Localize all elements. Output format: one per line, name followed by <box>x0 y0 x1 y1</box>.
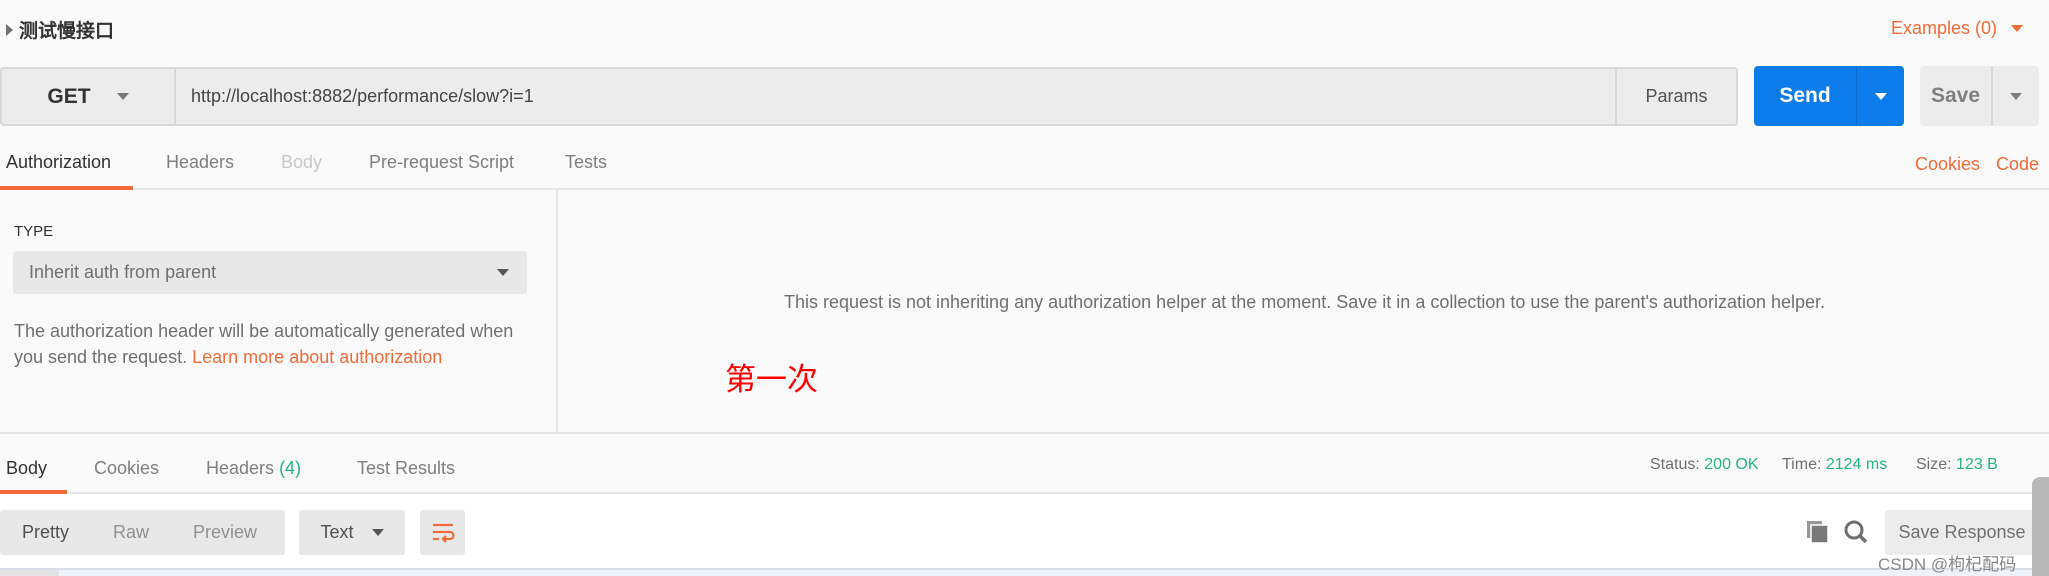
caret-down-icon <box>116 93 129 100</box>
caret-down-icon <box>1874 92 1887 100</box>
response-editor[interactable] <box>0 568 2049 576</box>
response-tab-test-results[interactable]: Test Results <box>357 458 455 494</box>
time-readout: Time: 2124 ms <box>1782 456 1888 473</box>
save-options-button[interactable] <box>1993 66 2039 126</box>
copy-button[interactable] <box>1806 520 1830 549</box>
code-link[interactable]: Code <box>1996 154 2039 175</box>
tab-authorization[interactable]: Authorization <box>0 152 134 190</box>
save-response-button[interactable]: Save Response <box>1885 510 2039 555</box>
send-button[interactable]: Send <box>1754 66 1857 126</box>
view-raw-button[interactable]: Raw <box>91 522 171 543</box>
tab-headers[interactable]: Headers <box>166 152 234 190</box>
tab-pre-request-script[interactable]: Pre-request Script <box>369 152 514 190</box>
auth-type-panel <box>0 190 558 432</box>
search-button[interactable] <box>1843 519 1869 550</box>
annotation-text: 第一次 <box>725 362 818 398</box>
copy-icon <box>1807 521 1829 544</box>
caret-right-icon <box>6 23 13 36</box>
status-readout: Status: 200 OK <box>1650 456 1759 473</box>
caret-down-icon <box>497 269 509 276</box>
request-tabs: Authorization Headers Body Pre-request S… <box>0 148 2049 190</box>
caret-down-icon <box>2010 92 2022 100</box>
response-tab-headers[interactable]: Headers (4) <box>206 458 301 494</box>
url-bar: GET http://localhost:8882/performance/sl… <box>0 67 1738 126</box>
learn-more-link[interactable]: Learn more about authorization <box>192 347 442 367</box>
watermark: CSDN @枸杞配码 <box>1878 555 2017 574</box>
editor-gutter <box>0 570 59 576</box>
auth-message: This request is not inheriting any autho… <box>783 292 1826 312</box>
send-button-group: Send <box>1754 66 1904 126</box>
method-select[interactable]: GET <box>2 69 176 124</box>
cookies-link[interactable]: Cookies <box>1915 154 1980 175</box>
tab-tests[interactable]: Tests <box>565 152 607 190</box>
examples-dropdown[interactable]: Examples (0) <box>1891 18 2023 39</box>
request-name[interactable]: 测试慢接口 <box>6 16 114 43</box>
url-input[interactable]: http://localhost:8882/performance/slow?i… <box>176 69 1615 124</box>
type-label: TYPE <box>14 223 54 240</box>
view-pretty-button[interactable]: Pretty <box>0 522 91 543</box>
view-mode-group: Pretty Raw Preview <box>0 510 285 555</box>
save-button-group: Save <box>1920 66 2039 126</box>
headers-count: (4) <box>279 458 302 478</box>
auth-type-select[interactable]: Inherit auth from parent <box>13 251 527 294</box>
params-button[interactable]: Params <box>1615 69 1736 124</box>
wrap-icon <box>432 523 455 543</box>
caret-down-icon <box>2011 25 2023 32</box>
view-preview-button[interactable]: Preview <box>171 522 279 543</box>
save-button[interactable]: Save <box>1920 66 1993 126</box>
format-select[interactable]: Text <box>299 510 405 555</box>
response-tab-cookies[interactable]: Cookies <box>94 458 159 494</box>
scrollbar[interactable] <box>2032 477 2049 576</box>
tab-body[interactable]: Body <box>281 152 322 190</box>
search-icon <box>1844 520 1868 544</box>
send-options-button[interactable] <box>1857 66 1904 126</box>
response-header: Body Cookies Headers (4) Test Results St… <box>0 432 2049 494</box>
auth-description: The authorization header will be automat… <box>14 321 514 367</box>
size-readout: Size: 123 B <box>1916 456 1998 473</box>
caret-down-icon <box>371 529 384 536</box>
response-tab-body[interactable]: Body <box>0 458 68 494</box>
wrap-lines-button[interactable] <box>420 510 465 555</box>
